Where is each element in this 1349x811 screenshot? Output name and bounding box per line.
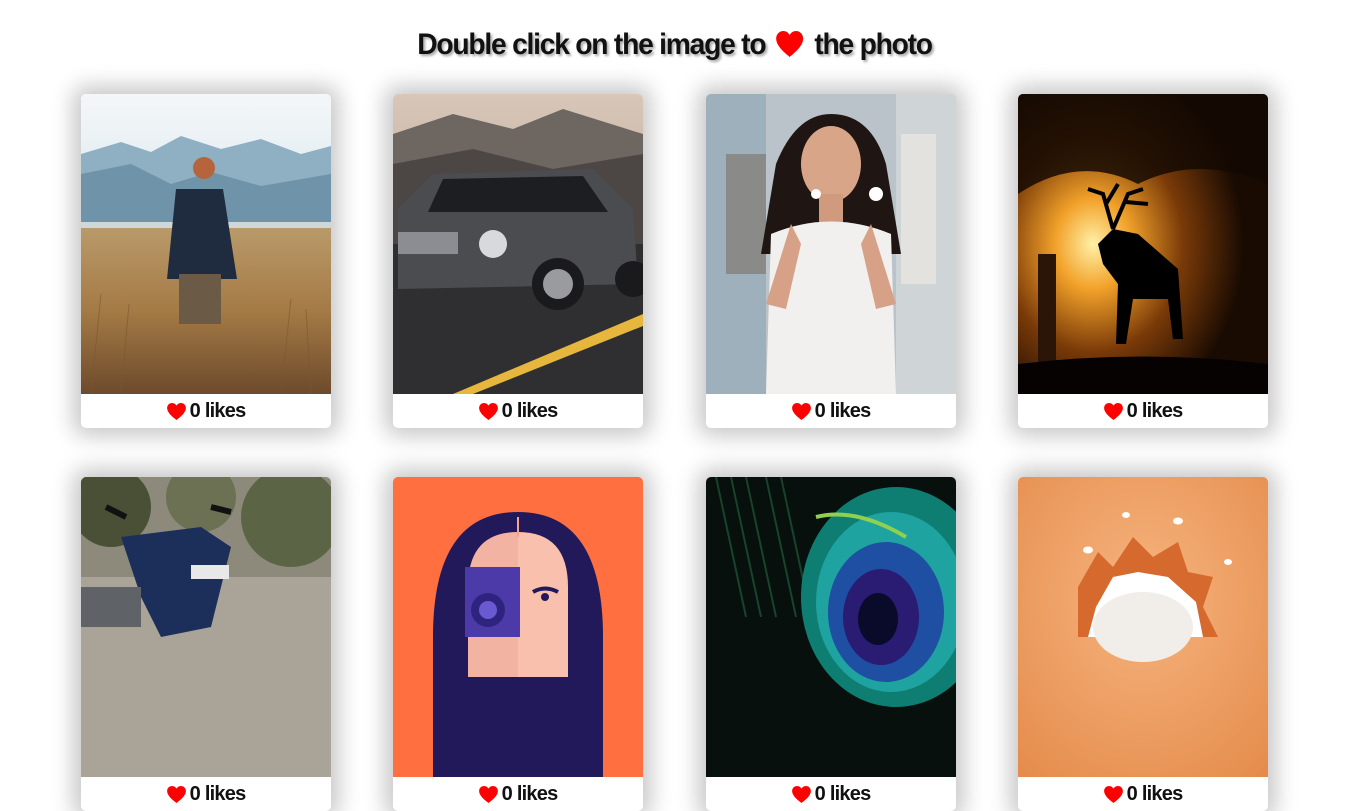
heart-icon [1104,403,1123,420]
heart-icon [776,31,804,57]
like-count: 0 [814,782,826,805]
photo-card: 0 likes [1018,477,1268,811]
heart-icon [167,403,186,420]
like-counter: 0 likes [81,394,331,428]
like-counter: 0 likes [706,394,956,428]
heart-icon [167,786,186,803]
heart-icon [479,786,498,803]
photo-card: 0 likes [706,477,956,811]
like-count: 0 [501,782,513,805]
likes-label: likes [829,399,871,422]
likes-label: likes [204,399,246,422]
photo-card: 0 likes [81,477,331,811]
photo-torn-paper[interactable] [1018,477,1268,777]
likes-label: likes [829,782,871,805]
like-count: 0 [501,399,513,422]
likes-label: likes [1141,782,1183,805]
like-count: 0 [1126,399,1138,422]
like-counter: 0 likes [393,394,643,428]
like-counter: 0 likes [1018,777,1268,811]
like-count: 0 [189,782,201,805]
photo-card: 0 likes [393,477,643,811]
title-suffix: the photo [814,28,933,61]
photo-deer[interactable] [1018,94,1268,394]
title-prefix: Double click on the image to [417,28,766,61]
photo-camera-illustration[interactable] [393,477,643,777]
like-count: 0 [814,399,826,422]
photo-scooter[interactable] [81,477,331,777]
photo-peacock-feather[interactable] [706,477,956,777]
photo-card: 0 likes [81,94,331,428]
photo-card: 0 likes [1018,94,1268,428]
page-title: Double click on the image to the photo [40,28,1308,62]
heart-icon [479,403,498,420]
photo-hiker[interactable] [81,94,331,394]
like-counter: 0 likes [393,777,643,811]
like-counter: 0 likes [1018,394,1268,428]
likes-label: likes [1141,399,1183,422]
heart-icon [1104,786,1123,803]
likes-label: likes [516,782,558,805]
photo-card: 0 likes [393,94,643,428]
like-count: 0 [189,399,201,422]
like-counter: 0 likes [706,777,956,811]
like-count: 0 [1126,782,1138,805]
like-counter: 0 likes [81,777,331,811]
heart-icon [792,403,811,420]
photo-woman[interactable] [706,94,956,394]
heart-icon [792,786,811,803]
photo-car[interactable] [393,94,643,394]
likes-label: likes [516,399,558,422]
likes-label: likes [204,782,246,805]
photo-card: 0 likes [706,94,956,428]
